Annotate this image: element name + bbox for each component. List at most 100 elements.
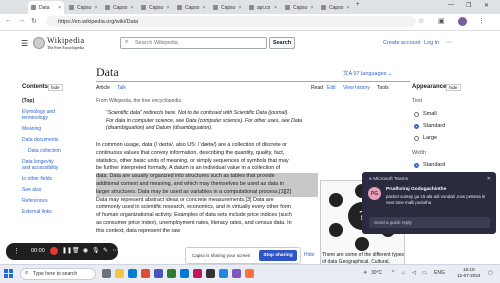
browser-tab[interactable]: Capso × xyxy=(138,1,172,14)
browser-tab[interactable]: Capso × xyxy=(174,1,208,14)
stop-sharing-button[interactable]: Stop sharing xyxy=(259,250,297,261)
tools-menu[interactable]: Tools xyxy=(377,85,389,91)
wikipedia-wordmark[interactable]: Wikipedia xyxy=(47,36,85,45)
more-options-icon[interactable]: ⋯ xyxy=(446,39,452,46)
toc-item-top[interactable]: (Top) xyxy=(22,98,34,104)
input-language[interactable]: ENG xyxy=(434,270,445,276)
vscode-icon[interactable] xyxy=(219,269,228,278)
appearance-hide-button[interactable]: hide xyxy=(446,84,461,91)
tab-edit[interactable]: Edit xyxy=(327,85,336,91)
close-tab-icon[interactable]: × xyxy=(94,5,97,11)
hide-sharing-bar-link[interactable]: Hide xyxy=(304,252,314,258)
browser-tab[interactable]: api.co × xyxy=(246,1,280,14)
taskbar-search-input[interactable]: ⌕ Type here to search xyxy=(20,268,96,280)
browser-tab[interactable]: Capso × xyxy=(66,1,100,14)
browser-tab[interactable]: Capso × xyxy=(210,1,244,14)
maximize-icon[interactable]: ❐ xyxy=(466,2,471,9)
tab-talk[interactable]: Talk xyxy=(117,85,126,91)
edge-icon[interactable] xyxy=(128,269,137,278)
browser-tab[interactable]: Capso × xyxy=(102,1,136,14)
toc-item-other-fields[interactable]: In other fields xyxy=(22,176,52,182)
search-input[interactable]: ⌕ Search Wikipedia xyxy=(120,37,267,49)
text-standard-radio[interactable] xyxy=(414,124,419,129)
browser-menu-icon[interactable]: ⋮ xyxy=(478,17,485,25)
drag-handle-icon[interactable]: ⋮ xyxy=(13,248,20,255)
new-tab-icon[interactable]: + xyxy=(356,2,360,8)
close-tab-icon[interactable]: × xyxy=(346,5,349,11)
system-clock[interactable]: 16:10 12-07-2024 xyxy=(457,267,481,279)
more-icon[interactable]: ⋯ xyxy=(112,248,119,255)
bookmark-star-icon[interactable]: ☆ xyxy=(418,17,424,25)
quick-reply-input[interactable]: Send a quick reply xyxy=(369,217,490,228)
profile-avatar-icon[interactable] xyxy=(458,17,467,26)
close-tab-icon[interactable]: × xyxy=(202,5,205,11)
close-tab-icon[interactable]: × xyxy=(166,5,169,11)
minimize-icon[interactable]: — xyxy=(448,2,454,8)
toc-hide-button[interactable]: hide xyxy=(48,84,63,91)
tab-view-history[interactable]: View history xyxy=(343,85,370,91)
capso-favicon-icon xyxy=(321,5,326,10)
text-small-radio[interactable] xyxy=(414,112,419,117)
toc-item-meaning[interactable]: Meaning xyxy=(22,126,41,132)
battery-icon[interactable]: ▭ xyxy=(422,270,427,276)
tab-label: Data xyxy=(39,4,50,11)
capso-favicon-icon xyxy=(105,5,110,10)
delete-icon[interactable]: 🗑 xyxy=(72,248,80,255)
draw-icon[interactable]: ✎ xyxy=(102,248,109,255)
volume-icon[interactable]: ◁ xyxy=(412,270,416,276)
log-in-link[interactable]: Log in xyxy=(424,40,439,46)
tray-chevron-icon[interactable]: ^ xyxy=(392,270,394,276)
close-window-icon[interactable]: ✕ xyxy=(484,2,489,9)
browser-tab[interactable]: Capso × xyxy=(282,1,316,14)
url-field[interactable]: https://en.wikipedia.org/wiki/Data xyxy=(46,16,416,27)
browser-tab[interactable]: Capso × xyxy=(318,1,352,14)
app-icon[interactable] xyxy=(245,269,254,278)
pause-icon[interactable]: ❚❚ xyxy=(62,248,72,255)
forward-icon[interactable]: → xyxy=(18,17,25,24)
toc-item-data-documents[interactable]: Data documents xyxy=(22,137,58,143)
close-tab-icon[interactable]: × xyxy=(58,5,61,11)
search-placeholder: Search Wikipedia xyxy=(135,40,178,46)
microphone-icon[interactable]: 🎙 xyxy=(92,248,100,255)
main-menu-icon[interactable]: ☰ xyxy=(21,39,28,48)
app-icon[interactable] xyxy=(167,269,176,278)
teams-taskbar-icon[interactable] xyxy=(154,269,163,278)
browser-tab-data[interactable]: Data × xyxy=(28,1,64,14)
language-selector[interactable]: 文A 97 languages ⌄ xyxy=(343,69,393,77)
text-large-radio[interactable] xyxy=(414,136,419,141)
extensions-icon[interactable]: ▣ xyxy=(438,17,445,25)
toc-item-references[interactable]: References xyxy=(22,198,48,204)
tab-article[interactable]: Article xyxy=(96,85,110,91)
wikipedia-globe-icon[interactable] xyxy=(33,37,45,49)
search-button[interactable]: Search xyxy=(269,37,295,49)
record-stop-button[interactable] xyxy=(50,247,58,255)
app-icon[interactable] xyxy=(232,269,241,278)
reload-icon[interactable]: ↻ xyxy=(31,17,37,25)
toc-item-see-also[interactable]: See also xyxy=(22,187,41,193)
toc-item-data-collection[interactable]: Data collection xyxy=(28,148,61,154)
capso-icon[interactable] xyxy=(193,269,202,278)
task-view-icon[interactable] xyxy=(102,269,111,278)
notifications-icon[interactable]: ▢ xyxy=(488,270,493,276)
close-tab-icon[interactable]: × xyxy=(310,5,313,11)
terminal-icon[interactable] xyxy=(206,269,215,278)
close-tab-icon[interactable]: × xyxy=(130,5,133,11)
close-icon[interactable]: ✕ xyxy=(487,176,491,182)
chrome-icon[interactable] xyxy=(141,269,150,278)
windows-start-icon[interactable] xyxy=(4,269,14,279)
file-explorer-icon[interactable] xyxy=(115,269,124,278)
back-icon[interactable]: ← xyxy=(5,17,12,24)
close-tab-icon[interactable]: × xyxy=(238,5,241,11)
close-tab-icon[interactable]: × xyxy=(274,5,277,11)
toc-item-etymology[interactable]: Etymology and terminology xyxy=(22,109,62,121)
width-standard-radio[interactable] xyxy=(414,163,419,168)
tab-read[interactable]: Read xyxy=(311,85,323,91)
weather-icon[interactable]: ☀ xyxy=(363,270,367,276)
toc-item-data-longevity[interactable]: Data longevity and accessibility xyxy=(22,159,62,171)
network-icon[interactable]: ⌂ xyxy=(402,270,405,276)
create-account-link[interactable]: Create account xyxy=(383,40,420,46)
camera-icon[interactable]: ◉ xyxy=(82,248,89,255)
outlook-icon[interactable] xyxy=(180,269,189,278)
toc-item-external-links[interactable]: External links xyxy=(22,209,52,215)
teams-notification[interactable]: ■ Microsoft Teams ✕ PG Prudhviraj Goduga… xyxy=(362,172,496,234)
